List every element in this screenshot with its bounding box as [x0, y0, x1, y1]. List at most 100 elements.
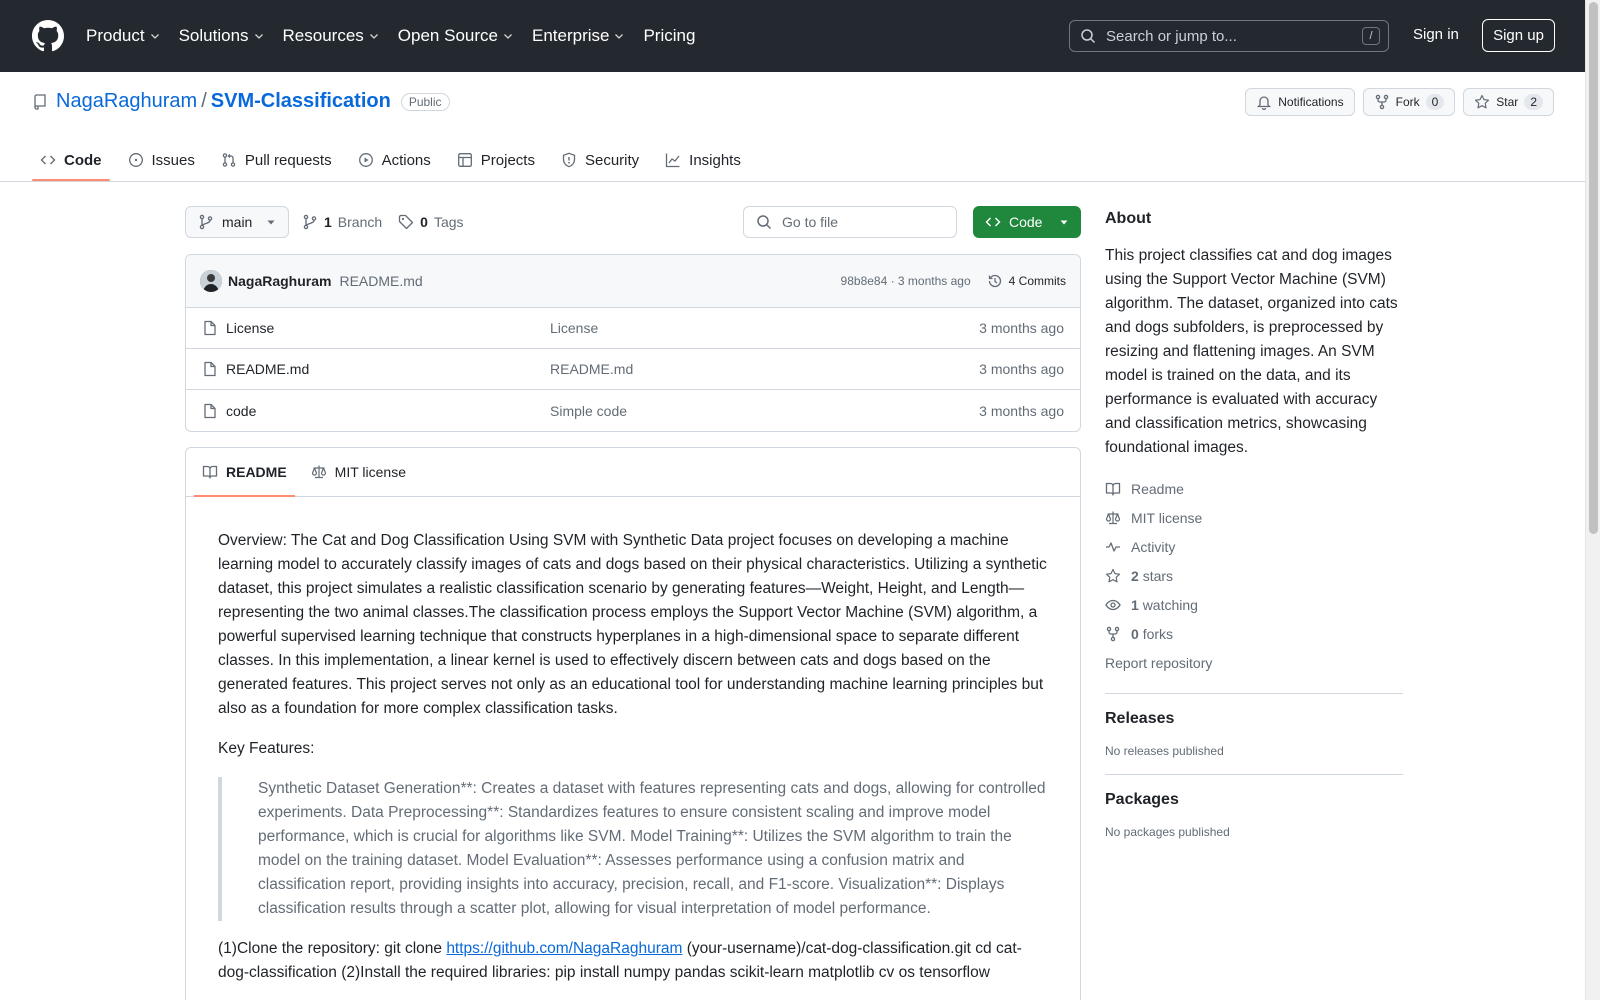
about-description: This project classifies cat and dog imag…: [1105, 247, 1398, 456]
license-link[interactable]: MIT license: [1105, 503, 1403, 532]
repo-title: NagaRaghuram / SVM-Classification Public: [32, 90, 450, 113]
packages-heading[interactable]: Packages: [1105, 791, 1403, 809]
fork-label: Fork: [1395, 95, 1420, 109]
forks-label: forks: [1142, 625, 1174, 642]
file-commit-message[interactable]: README.md: [550, 361, 633, 377]
tab-readme[interactable]: README: [194, 448, 295, 497]
tab-actions[interactable]: Actions: [350, 140, 439, 180]
releases-empty: No releases published: [1105, 744, 1224, 758]
nav-label: Enterprise: [531, 26, 610, 45]
nav-product[interactable]: Product: [86, 26, 161, 46]
file-commit-message[interactable]: License: [550, 320, 598, 336]
forks-link[interactable]: 0 forks: [1105, 619, 1403, 648]
go-to-file-placeholder: Go to file: [782, 214, 839, 230]
tab-pull-requests[interactable]: Pull requests: [213, 140, 340, 180]
tag-icon: [398, 214, 414, 230]
code-dropdown-button[interactable]: Code: [973, 206, 1081, 238]
book-icon: [202, 464, 218, 480]
tab-label: MIT license: [334, 464, 406, 480]
search-placeholder: Search or jump to...: [1106, 27, 1237, 45]
activity-link[interactable]: Activity: [1105, 532, 1403, 561]
repo-tabs: Code Issues Pull requests Actions Projec…: [32, 140, 759, 181]
notifications-button[interactable]: Notifications: [1245, 88, 1355, 116]
tab-projects[interactable]: Projects: [449, 140, 543, 180]
readme-link[interactable]: Readme: [1105, 474, 1403, 503]
branch-name: main: [222, 214, 253, 230]
file-time: 3 months ago: [979, 320, 1064, 336]
repo-owner-link[interactable]: NagaRaghuram: [56, 90, 197, 113]
branches-link[interactable]: 1 Branch: [302, 214, 382, 230]
nav-enterprise[interactable]: Enterprise: [532, 26, 625, 46]
table-row[interactable]: License License 3 months ago: [186, 308, 1080, 349]
commits-link[interactable]: 4 Commits: [987, 273, 1066, 289]
scrollbar-thumb[interactable]: [1589, 2, 1598, 534]
global-search-input[interactable]: Search or jump to... /: [1069, 20, 1389, 52]
history-icon: [987, 273, 1003, 289]
sign-in-link[interactable]: Sign in: [1413, 26, 1459, 43]
caret-down-icon: [1059, 217, 1069, 227]
repo-name-link[interactable]: SVM-Classification: [211, 90, 391, 113]
code-icon: [985, 214, 1001, 230]
about-sidebar: About This project classifies cat and do…: [1105, 210, 1403, 839]
tab-license[interactable]: MIT license: [303, 448, 414, 496]
latest-commit-row: NagaRaghuram README.md 98b8e84 · 3 month…: [186, 255, 1080, 308]
tags-link[interactable]: 0 Tags: [398, 214, 464, 230]
file-commit-message[interactable]: Simple code: [550, 403, 627, 419]
tab-insights[interactable]: Insights: [657, 140, 749, 180]
chevron-down-icon: [502, 30, 514, 42]
file-name[interactable]: License: [226, 320, 550, 336]
watching-count: 1: [1131, 596, 1139, 613]
commit-author[interactable]: NagaRaghuram: [228, 273, 331, 289]
tag-label: Tags: [433, 214, 464, 230]
tab-issues[interactable]: Issues: [120, 140, 203, 180]
eye-icon: [1105, 597, 1121, 613]
commit-message[interactable]: README.md: [339, 273, 422, 289]
page-scrollbar[interactable]: [1585, 0, 1600, 1000]
install-paragraph: (1)Clone the repository: git clone https…: [218, 937, 1048, 985]
commits-count-label: 4 Commits: [1008, 274, 1066, 288]
branch-select-button[interactable]: main: [185, 206, 289, 238]
nav-solutions[interactable]: Solutions: [179, 26, 265, 46]
stars-count: 2: [1131, 567, 1139, 584]
sign-up-button[interactable]: Sign up: [1482, 19, 1555, 52]
go-to-file-input[interactable]: Go to file: [743, 206, 957, 238]
table-row[interactable]: README.md README.md 3 months ago: [186, 349, 1080, 390]
nav-pricing[interactable]: Pricing: [643, 26, 695, 46]
branch-icon: [302, 214, 318, 230]
packages-empty: No packages published: [1105, 825, 1230, 839]
report-repository-link[interactable]: Report repository: [1105, 648, 1403, 677]
star-button[interactable]: Star 2: [1463, 88, 1554, 116]
file-icon: [202, 403, 218, 419]
nav-resources[interactable]: Resources: [283, 26, 380, 46]
law-icon: [311, 464, 327, 480]
file-time: 3 months ago: [979, 361, 1064, 377]
branch-count: 1: [324, 214, 332, 230]
nav-label: Solutions: [178, 26, 249, 45]
code-icon: [40, 152, 56, 168]
readme-panel: README MIT license Overview: The Cat and…: [185, 447, 1081, 1000]
star-icon: [1474, 94, 1490, 110]
table-row[interactable]: code Simple code 3 months ago: [186, 390, 1080, 431]
slash-shortcut-key: /: [1362, 27, 1380, 45]
fork-button[interactable]: Fork 0: [1362, 88, 1456, 116]
file-icon: [202, 320, 218, 336]
clone-link[interactable]: https://github.com/NagaRaghuram: [446, 940, 682, 957]
releases-heading[interactable]: Releases: [1105, 710, 1403, 728]
tab-code[interactable]: Code: [32, 140, 110, 181]
github-logo-icon[interactable]: [32, 20, 64, 52]
avatar[interactable]: [200, 270, 222, 292]
tab-security[interactable]: Security: [553, 140, 647, 180]
repo-actions: Notifications Fork 0 Star 2: [1245, 88, 1554, 116]
tag-count: 0: [420, 214, 428, 230]
forks-count: 0: [1131, 625, 1139, 642]
watching-link[interactable]: 1 watching: [1105, 590, 1403, 619]
chevron-down-icon: [149, 30, 161, 42]
star-icon: [1105, 568, 1121, 584]
file-name[interactable]: code: [226, 403, 550, 419]
file-name[interactable]: README.md: [226, 361, 550, 377]
nav-open-source[interactable]: Open Source: [398, 26, 514, 46]
nav-label: Open Source: [397, 26, 498, 45]
commit-meta[interactable]: 98b8e84 · 3 months ago: [841, 274, 971, 288]
chevron-down-icon: [368, 30, 380, 42]
stars-link[interactable]: 2 stars: [1105, 561, 1403, 590]
